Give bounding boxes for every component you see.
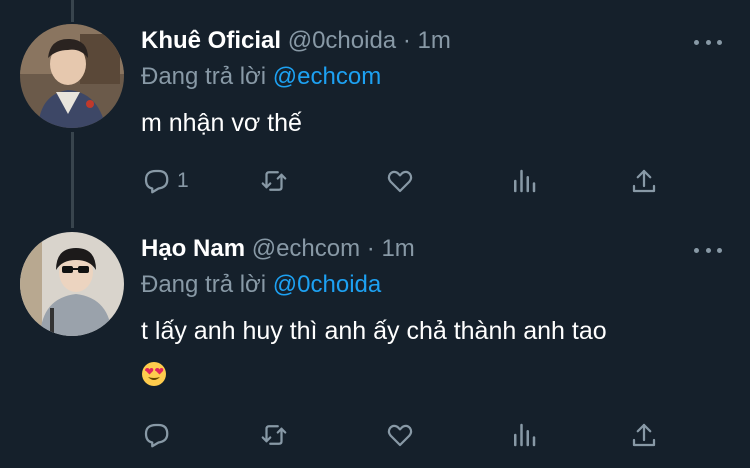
tweet[interactable]: Khuê Oficial @0choida · 1m Đang trả lời … — [0, 0, 750, 228]
share-icon — [632, 423, 656, 447]
mention-link[interactable]: @0choida — [273, 271, 381, 298]
like-icon — [387, 170, 413, 193]
retweet-button[interactable] — [259, 164, 289, 198]
separator: · — [402, 27, 411, 54]
analytics-icon — [514, 169, 536, 193]
reply-icon — [144, 423, 169, 448]
replying-prefix: Đang trả lời — [141, 63, 267, 90]
analytics-button[interactable] — [509, 164, 539, 198]
tweet-text-block: t lấy anh huy thì anh ấy chả thành anh t… — [141, 310, 721, 394]
retweet-icon — [261, 425, 287, 445]
timestamp[interactable]: 1m — [381, 235, 414, 262]
separator: · — [366, 235, 375, 262]
reply-count: 1 — [177, 169, 189, 192]
analytics-icon — [514, 423, 536, 447]
display-name[interactable]: Khuê Oficial — [141, 27, 281, 54]
reply-icon — [144, 169, 169, 194]
replying-to-line: Đang trả lời @0choida — [141, 270, 381, 300]
action-bar — [141, 418, 681, 452]
mention-link[interactable]: @echcom — [273, 63, 381, 90]
tweet-text: m nhận vơ thế — [141, 109, 302, 137]
reply-button[interactable] — [141, 418, 171, 452]
timestamp[interactable]: 1m — [417, 27, 450, 54]
analytics-button[interactable] — [509, 418, 539, 452]
like-button[interactable] — [385, 164, 415, 198]
display-name[interactable]: Hạo Nam — [141, 235, 245, 262]
share-button[interactable] — [629, 164, 659, 198]
more-icon[interactable] — [694, 30, 722, 54]
reply-button[interactable]: 1 — [141, 164, 189, 198]
share-icon — [632, 169, 656, 193]
handle[interactable]: @echcom — [252, 235, 360, 262]
tweet-header: Hạo Nam @echcom · 1m — [141, 234, 415, 264]
heart-eyes-emoji-icon — [142, 362, 166, 387]
tweet-header: Khuê Oficial @0choida · 1m — [141, 26, 451, 56]
action-bar: 1 — [141, 164, 681, 198]
tweet-text: t lấy anh huy thì anh ấy chả thành anh t… — [141, 317, 607, 345]
avatar[interactable] — [20, 232, 124, 336]
retweet-icon — [261, 171, 287, 191]
retweet-button[interactable] — [259, 418, 289, 452]
more-icon[interactable] — [694, 238, 722, 262]
replying-to-line: Đang trả lời @echcom — [141, 62, 381, 92]
share-button[interactable] — [629, 418, 659, 452]
replying-prefix: Đang trả lời — [141, 271, 267, 298]
like-icon — [387, 424, 413, 447]
avatar[interactable] — [20, 24, 124, 128]
handle[interactable]: @0choida — [288, 27, 396, 54]
tweet[interactable]: Hạo Nam @echcom · 1m Đang trả lời @0choi… — [0, 228, 750, 468]
like-button[interactable] — [385, 418, 415, 452]
